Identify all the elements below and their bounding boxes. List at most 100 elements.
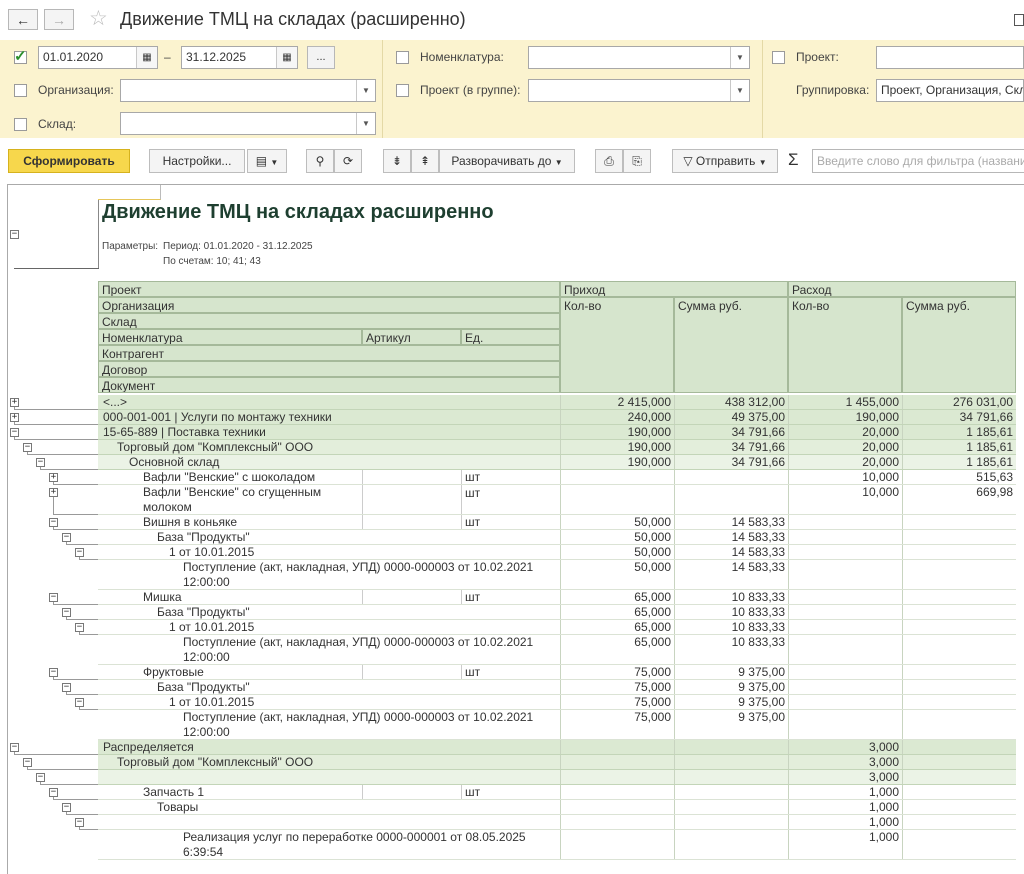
collapse-row-icon[interactable]: − [62,683,71,692]
dropdown-arrow-icon[interactable]: ▼ [730,47,749,68]
preview-button[interactable]: ⎘ [623,149,651,173]
row-out-sum [902,800,1016,815]
period-checkbox[interactable] [14,47,27,65]
row-in-sum: 14 583,33 [674,530,788,545]
grouping-input[interactable]: Проект, Организация, Склад [876,79,1024,102]
row-name-text: Распределяется [103,740,194,754]
window-title: Движение ТМЦ на складах (расширенно) [120,9,466,29]
parameter-period: Период: 01.01.2020 - 31.12.2025 [163,241,313,252]
project-group-input[interactable]: ▼ [528,79,750,102]
header-group-line [14,268,99,269]
row-out-sum [902,770,1016,785]
expand-row-icon[interactable]: + [49,488,58,497]
sum-icon[interactable]: Σ [788,150,799,170]
expand-row-icon[interactable]: + [49,473,58,482]
period-select-button[interactable]: ... [307,46,335,69]
tree-line [40,469,98,470]
row-in-qty: 2 415,000 [560,395,674,410]
collapse-row-icon[interactable]: − [49,593,58,602]
collapse-row-icon[interactable]: − [75,623,84,632]
row-name-text: Вишня в коньяке [143,515,237,529]
row-in-qty: 190,000 [560,425,674,440]
tree-line [66,542,67,545]
dropdown-arrow-icon[interactable]: ▼ [730,80,749,101]
row-out-qty [788,680,902,695]
find-next-button[interactable]: ⟳ [334,149,362,173]
collapse-row-icon[interactable]: − [62,608,71,617]
header-document: Документ [98,377,560,393]
dropdown-arrow-icon[interactable]: ▼ [356,113,375,134]
window-menu-icon[interactable] [1014,14,1024,26]
expand-to-button[interactable]: Разворачивать до ▼ [439,149,575,173]
report-variants-icon: ▤ [255,154,268,168]
search-next-icon: ⟳ [342,154,354,168]
collapse-row-icon[interactable]: − [49,788,58,797]
forward-button[interactable]: → [44,9,74,30]
row-name-text: Вафли "Венские" с шоколадом [143,470,316,484]
collapse-row-icon[interactable]: − [49,518,58,527]
header-income: Приход [560,281,788,297]
collapse-row-icon[interactable]: − [10,743,19,752]
expand-all-button[interactable]: ⇞ [411,149,439,173]
find-button[interactable]: ⚲ [306,149,334,173]
organization-input[interactable]: ▼ [120,79,376,102]
variants-button[interactable]: ▤ ▼ [247,149,287,173]
collapse-row-icon[interactable]: − [23,443,32,452]
tree-line [53,484,98,485]
row-name-text: <...> [103,395,128,409]
send-button[interactable]: ▽ Отправить ▼ [672,149,778,173]
parameter-accounts: По счетам: 10; 41; 43 [163,256,261,267]
collapse-row-icon[interactable]: − [10,428,19,437]
row-out-sum: 1 185,61 [902,455,1016,470]
organization-checkbox[interactable] [14,84,27,97]
header-counterparty: Контрагент [98,345,560,361]
favorite-star-icon[interactable]: ☆ [89,6,108,31]
tree-line [27,769,98,770]
generate-button[interactable]: Сформировать [8,149,130,173]
expand-row-icon[interactable]: + [10,413,19,422]
collapse-row-icon[interactable]: − [62,803,71,812]
collapse-all-button[interactable]: ⇟ [383,149,411,173]
nomenclature-label: Номенклатура: [420,50,504,64]
warehouse-input[interactable]: ▼ [120,112,376,135]
warehouse-checkbox[interactable] [14,118,27,131]
row-name: Торговый дом "Комплексный" ООО [114,755,560,770]
project-input[interactable] [876,46,1024,69]
nomenclature-checkbox[interactable] [396,51,409,64]
collapse-row-icon[interactable]: − [75,698,84,707]
collapse-header-icon[interactable]: − [10,230,19,239]
collapse-row-icon[interactable]: − [36,773,45,782]
collapse-row-icon[interactable]: − [75,818,84,827]
period-from-input[interactable]: 01.01.2020 ▦ [38,46,158,69]
project-group-checkbox[interactable] [396,84,409,97]
tree-line [14,422,15,425]
settings-button[interactable]: Настройки... [149,149,245,173]
project-label: Проект: [796,50,839,64]
project-checkbox[interactable] [772,51,785,64]
row-name: База "Продукты" [154,680,560,695]
row-unit: шт [461,590,560,605]
collapse-row-icon[interactable]: − [23,758,32,767]
row-name-text: Торговый дом "Комплексный" ООО [117,755,314,769]
filter-input[interactable]: Введите слово для фильтра (название [812,149,1024,173]
row-out-qty [788,545,902,560]
row-in-qty [560,755,674,770]
header-nomenclature: Номенклатура [98,329,362,345]
dropdown-arrow-icon[interactable]: ▼ [356,80,375,101]
calendar-icon[interactable]: ▦ [136,47,157,68]
row-in-sum [674,755,788,770]
calendar-icon[interactable]: ▦ [276,47,297,68]
collapse-row-icon[interactable]: − [75,548,84,557]
print-button[interactable]: ⎙ [595,149,623,173]
collapse-row-icon[interactable]: − [36,458,45,467]
tree-line [66,692,67,695]
nomenclature-input[interactable]: ▼ [528,46,750,69]
expand-row-icon[interactable]: + [10,398,19,407]
row-article [362,590,461,605]
collapse-row-icon[interactable]: − [49,668,58,677]
period-to-input[interactable]: 31.12.2025 ▦ [181,46,298,69]
back-button[interactable]: ← [8,9,38,30]
row-out-qty: 3,000 [788,755,902,770]
collapse-row-icon[interactable]: − [62,533,71,542]
row-name-text: Вафли "Венские" со сгущенным [143,485,322,499]
